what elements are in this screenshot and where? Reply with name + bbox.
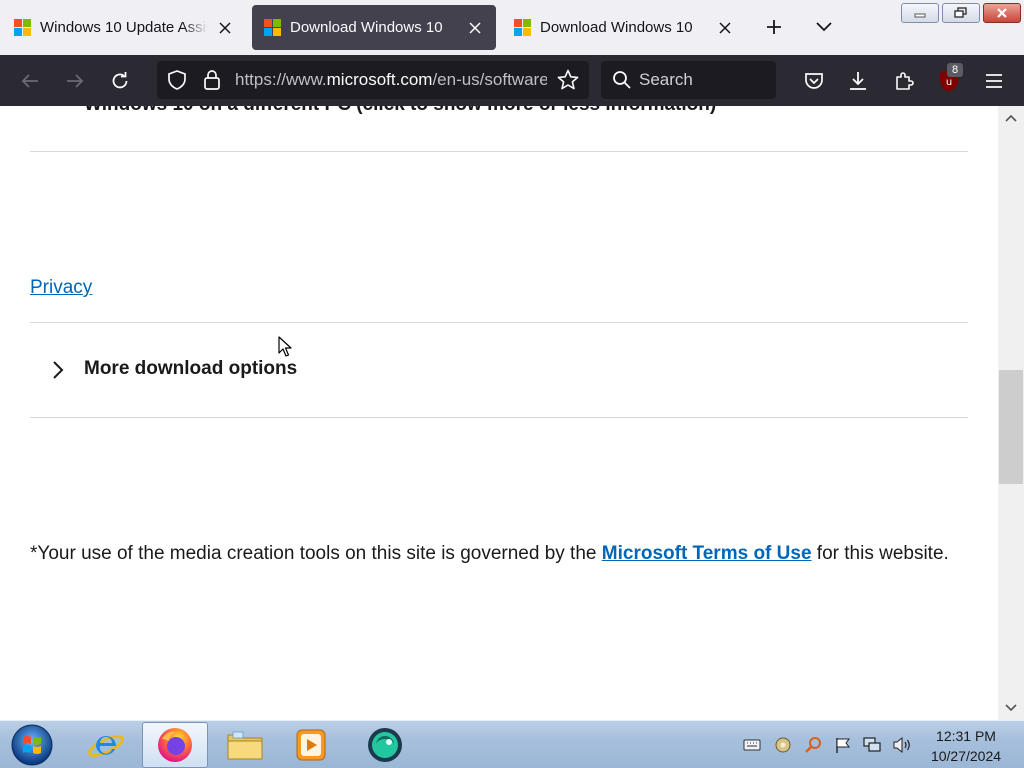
reload-button[interactable] [105, 66, 135, 96]
microsoft-terms-of-use-link[interactable]: Microsoft Terms of Use [602, 543, 812, 564]
svg-text:u: u [946, 77, 952, 88]
hamburger-menu-icon [986, 74, 1002, 88]
new-tab-button[interactable] [761, 14, 787, 40]
tab-label: Download Windows 10 [290, 19, 443, 36]
more-download-options-expander[interactable]: More download options [30, 323, 968, 417]
scroll-up-button[interactable] [998, 106, 1024, 130]
taskbar-media-player[interactable] [278, 722, 344, 768]
partial-section-heading[interactable]: Windows 10 on a different PC (click to s… [84, 106, 716, 116]
puzzle-icon [896, 72, 914, 90]
system-clock[interactable]: 12:31 PM 10/27/2024 [922, 726, 1010, 766]
flag-icon [836, 738, 850, 753]
file-explorer-icon [227, 731, 263, 760]
close-tab-icon[interactable] [714, 17, 736, 39]
tracking-protection-shield-icon[interactable] [167, 70, 187, 95]
action-center-tray-icon[interactable] [833, 735, 853, 755]
chevron-up-icon [1005, 114, 1017, 122]
forward-arrow-icon [67, 74, 84, 88]
restore-icon [954, 7, 967, 18]
tab-download-windows-10[interactable]: Download Windows 10 [502, 5, 746, 50]
volume-icon [893, 736, 910, 754]
bookmark-star-icon[interactable] [557, 69, 579, 96]
minimize-button[interactable] [901, 3, 939, 23]
page-content: Windows 10 on a different PC (click to s… [0, 106, 998, 720]
download-icon [850, 72, 866, 90]
tab-windows-update-assistant[interactable]: Windows 10 Update Assistant [2, 5, 246, 50]
extensions-button[interactable] [889, 66, 919, 96]
minimize-icon [914, 13, 926, 18]
internet-explorer-icon [87, 735, 125, 757]
reload-icon [112, 72, 128, 89]
microsoft-logo-icon [264, 19, 281, 36]
url-domain: microsoft.com [326, 70, 433, 89]
extension-badge-count: 8 [947, 63, 963, 77]
tab-label: Windows 10 Update Assistant [40, 19, 208, 36]
more-download-options-label: More download options [84, 358, 298, 379]
start-button[interactable] [8, 722, 56, 768]
pocket-button[interactable] [799, 66, 829, 96]
close-tab-icon[interactable] [464, 17, 486, 39]
pocket-icon [805, 73, 823, 89]
mouse-cursor-icon [278, 336, 292, 357]
taskbar-internet-explorer[interactable] [73, 722, 139, 768]
firefox-icon [158, 728, 192, 762]
clock-time: 12:31 PM [936, 728, 996, 744]
windows-taskbar: 12:31 PM 10/27/2024 [0, 720, 1024, 768]
url-text[interactable]: https://www.microsoft.com/en-us/software… [235, 70, 547, 90]
network-icon [863, 737, 881, 752]
close-tab-icon[interactable] [214, 17, 236, 39]
search-bar[interactable]: Search [601, 61, 776, 99]
scrollbar-thumb[interactable] [999, 370, 1023, 484]
restore-button[interactable] [942, 3, 980, 23]
divider [30, 151, 968, 152]
plus-icon [767, 20, 781, 34]
network-drive-tray-icon[interactable] [773, 735, 793, 755]
app-icon [368, 728, 402, 762]
terms-text-before: *Your use of the media creation tools on… [30, 543, 602, 564]
lock-icon[interactable] [203, 69, 221, 96]
tool-icon [805, 737, 821, 753]
taskbar-app[interactable] [352, 722, 418, 768]
network-tray-icon[interactable] [862, 735, 882, 755]
keyboard-icon [743, 739, 761, 751]
tab-label: Download Windows 10 [540, 19, 693, 36]
navigation-toolbar: https://www.microsoft.com/en-us/software… [0, 55, 1024, 106]
downloads-button[interactable] [843, 66, 873, 96]
windows-start-orb-icon [11, 724, 53, 766]
tab-strip: Windows 10 Update Assistant Download Win… [0, 0, 1024, 55]
vertical-scrollbar[interactable] [998, 106, 1024, 720]
microsoft-logo-icon [514, 19, 531, 36]
forward-button[interactable] [60, 66, 90, 96]
volume-tray-icon[interactable] [892, 735, 912, 755]
url-prefix: https://www. [235, 70, 327, 89]
address-bar[interactable]: https://www.microsoft.com/en-us/software… [157, 61, 589, 99]
terms-text-after: for this website. [811, 543, 949, 564]
close-icon [997, 8, 1007, 18]
network-drive-icon [775, 737, 791, 753]
app-menu-button[interactable] [979, 66, 1009, 96]
taskbar-firefox[interactable] [142, 722, 208, 768]
privacy-link[interactable]: Privacy [30, 277, 92, 299]
scroll-down-button[interactable] [998, 696, 1024, 720]
microsoft-logo-icon [14, 19, 31, 36]
divider [30, 417, 968, 418]
list-all-tabs-button[interactable] [811, 14, 837, 40]
chevron-down-icon [816, 22, 832, 32]
back-arrow-icon [21, 74, 38, 88]
tab-download-windows-10-active[interactable]: Download Windows 10 [252, 5, 496, 50]
media-player-icon [296, 729, 326, 761]
close-window-button[interactable] [983, 3, 1021, 23]
keyboard-tray-icon[interactable] [742, 735, 762, 755]
terms-of-use-notice: *Your use of the media creation tools on… [30, 539, 960, 569]
chevron-down-icon [1005, 704, 1017, 712]
search-icon [612, 70, 632, 95]
clock-date: 10/27/2024 [930, 748, 1002, 764]
url-suffix: /en-us/software-download/windows10 [432, 70, 547, 89]
chevron-right-icon [53, 361, 64, 379]
search-placeholder: Search [639, 70, 693, 89]
back-button[interactable] [15, 66, 45, 96]
taskbar-file-explorer[interactable] [212, 722, 278, 768]
tool-tray-icon[interactable] [803, 735, 823, 755]
